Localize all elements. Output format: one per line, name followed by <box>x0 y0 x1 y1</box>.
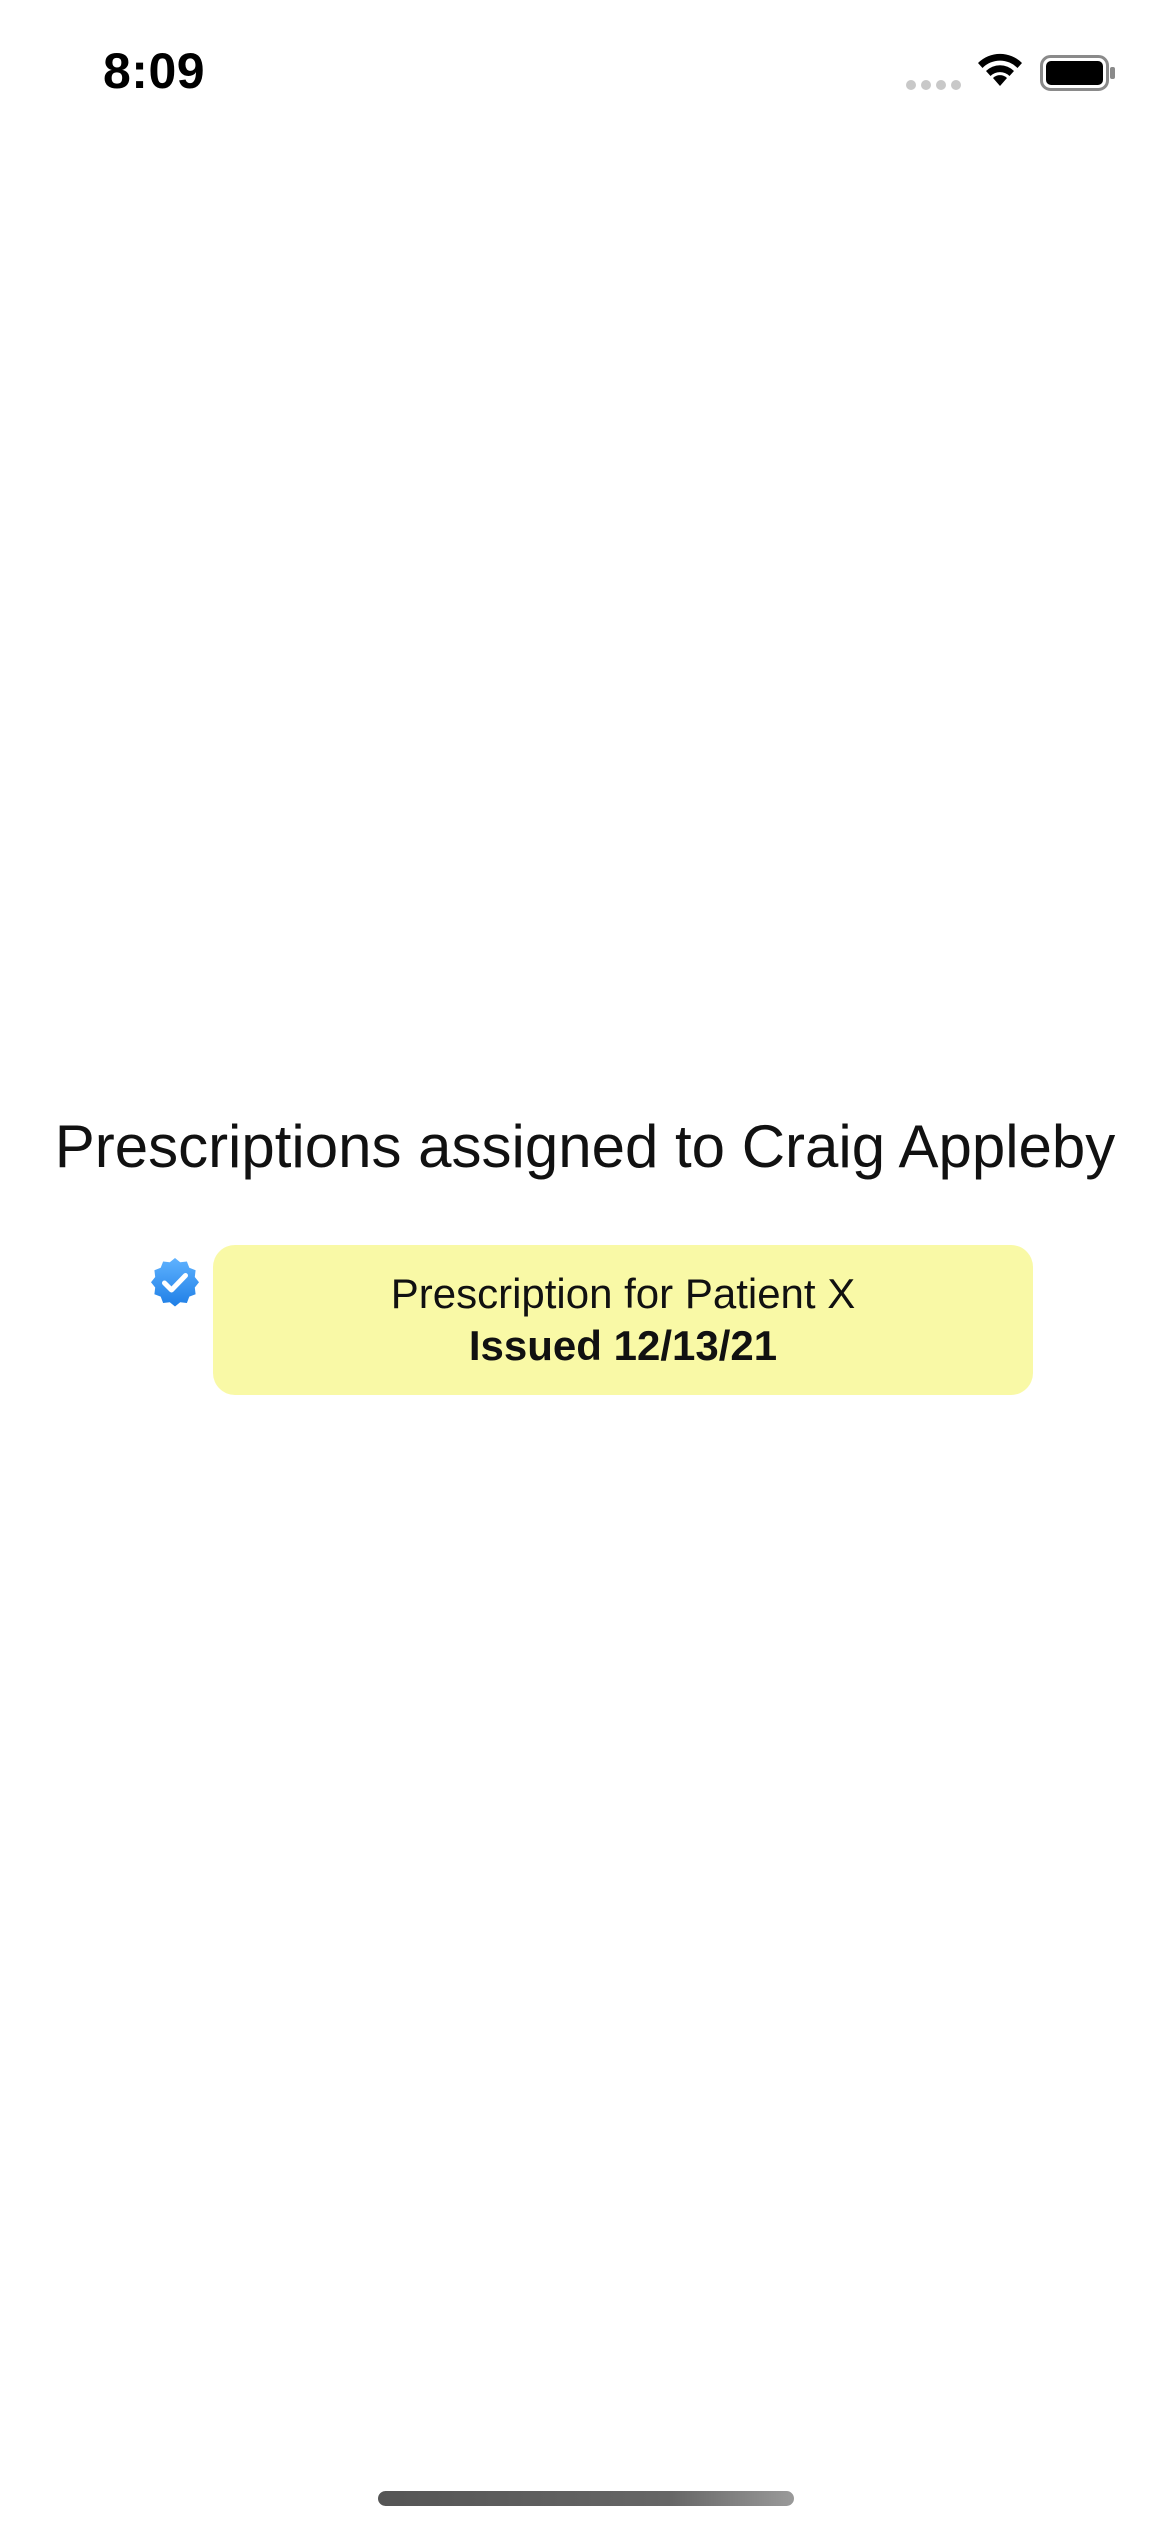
page-title: Prescriptions assigned to Craig Appleby <box>54 1113 1116 1180</box>
cellular-signal-icon <box>906 80 962 92</box>
prescription-card[interactable]: Prescription for Patient X Issued 12/13/… <box>213 1245 1033 1395</box>
home-indicator[interactable] <box>378 2491 794 2506</box>
battery-icon <box>1040 55 1115 91</box>
prescription-title: Prescription for Patient X <box>390 1270 856 1317</box>
wifi-icon <box>978 53 1022 86</box>
status-bar: 8:09 <box>0 0 1170 150</box>
prescription-issued-date: Issued 12/13/21 <box>468 1322 778 1369</box>
verified-badge-icon <box>151 1258 199 1307</box>
status-time: 8:09 <box>103 43 206 99</box>
